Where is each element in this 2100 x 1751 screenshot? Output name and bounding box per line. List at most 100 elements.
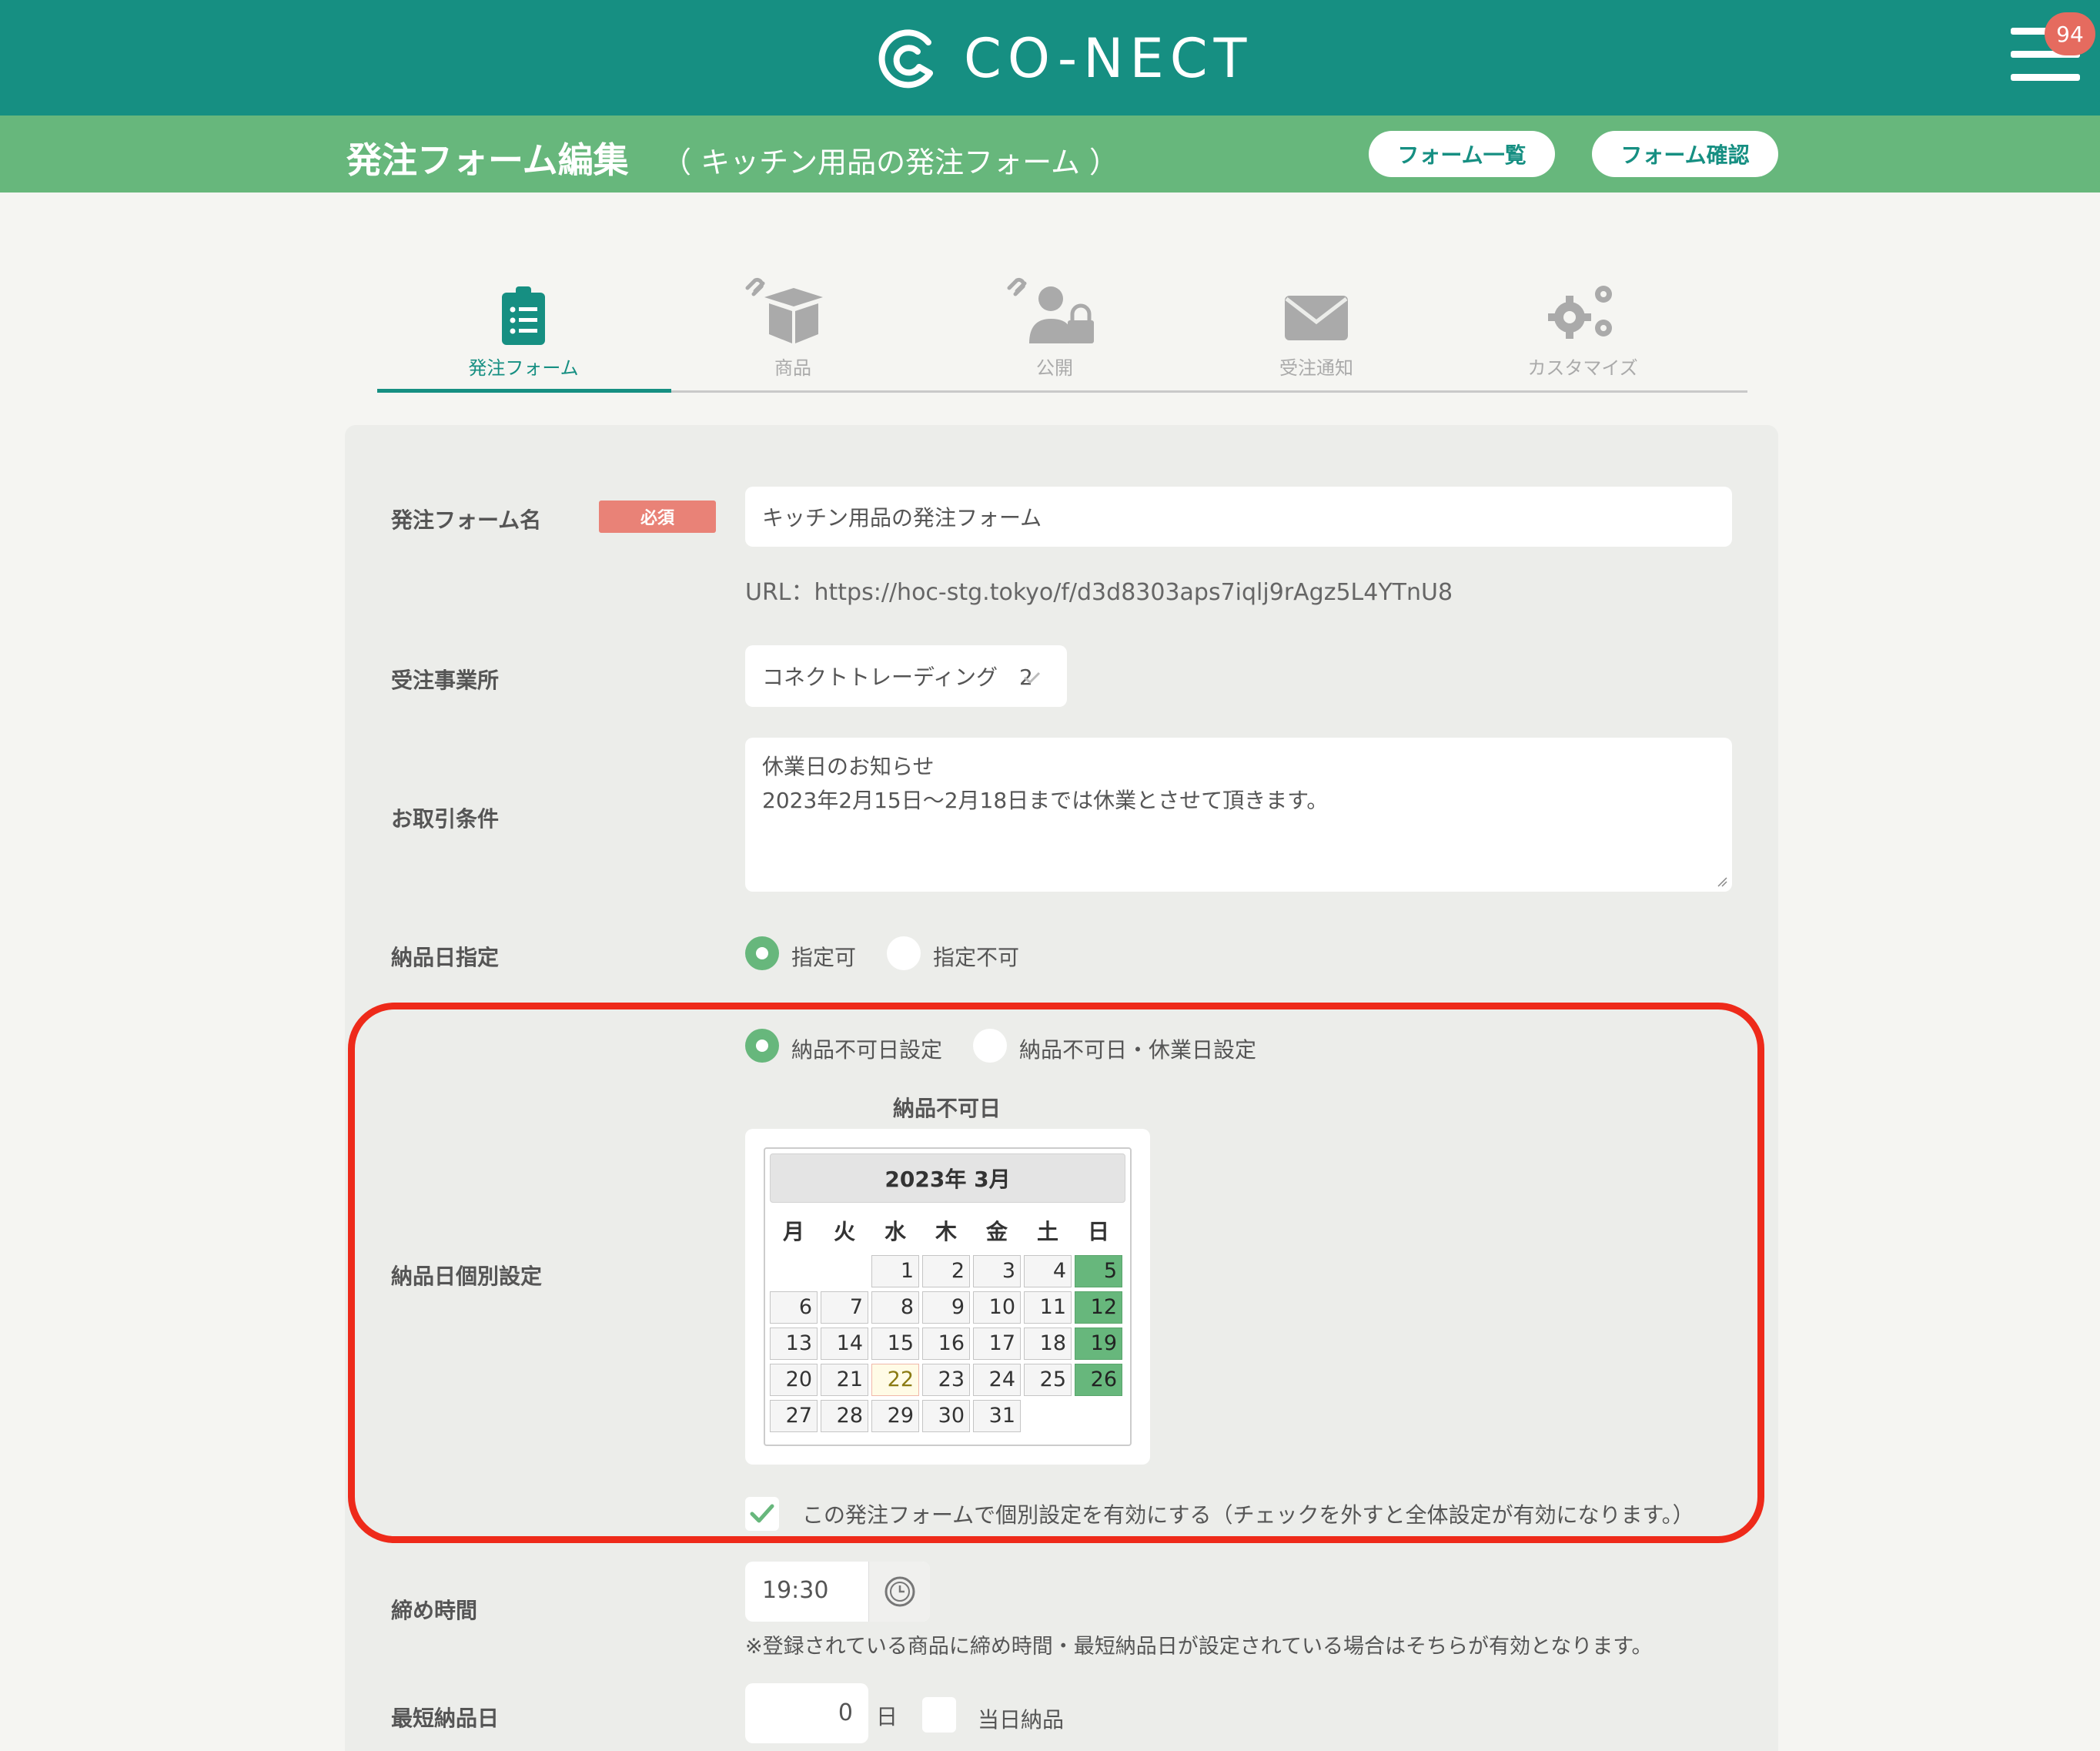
weekday-header: 日 xyxy=(1087,1219,1109,1244)
calendar-day[interactable]: 28 xyxy=(821,1400,868,1432)
calendar-day[interactable]: 12 xyxy=(1075,1291,1122,1324)
weekday-header: 月 xyxy=(782,1219,804,1244)
checkmark-icon xyxy=(750,1504,774,1523)
same-day-label: 当日納品 xyxy=(978,1707,1065,1733)
calendar-day[interactable]: 5 xyxy=(1075,1255,1122,1287)
calendar-day[interactable]: 13 xyxy=(770,1327,818,1360)
deadline-note: ※登録されている商品に締め時間・最短納品日が設定されている場合はそちらが有効とな… xyxy=(745,1635,1653,1659)
calendar-day[interactable]: 3 xyxy=(973,1255,1021,1287)
deadline-time-value: 19:30 xyxy=(762,1577,829,1604)
tab-customize[interactable]: カスタマイズ xyxy=(1436,277,1729,393)
office-select-value: コネクトトレーディング 2 xyxy=(762,665,1033,690)
calendar-day[interactable]: 30 xyxy=(922,1400,970,1432)
individual-setting-label: 納品日個別設定 xyxy=(391,1264,543,1289)
calendar-day[interactable]: 10 xyxy=(973,1291,1021,1324)
logo[interactable]: CO-NECT xyxy=(874,20,1252,97)
calendar-day[interactable]: 24 xyxy=(973,1364,1021,1396)
form-list-button[interactable]: フォーム一覧 xyxy=(1369,131,1555,177)
shortest-delivery-unit: 日 xyxy=(876,1704,898,1729)
calendar-day[interactable]: 7 xyxy=(821,1291,868,1324)
calendar-day[interactable]: 21 xyxy=(821,1364,868,1396)
terms-label: お取引条件 xyxy=(391,806,500,832)
unavailable-days-radio[interactable] xyxy=(745,1029,779,1063)
clock-icon xyxy=(884,1576,915,1607)
tab-products[interactable]: 商品 xyxy=(647,277,939,393)
calendar-container: 2023年 3月 月火水木金土日 1 2 3 4 5 6 7 8 9 10 11 12 13 14 15 16… xyxy=(745,1129,1150,1465)
calendar-day[interactable]: 29 xyxy=(871,1400,919,1432)
terms-line-2: 2023年2月15日〜2月18日までは休業とさせて頂きます。 xyxy=(762,788,1329,813)
calendar-day[interactable]: 6 xyxy=(770,1291,818,1324)
calendar-day[interactable]: 19 xyxy=(1075,1327,1122,1360)
same-day-checkbox[interactable] xyxy=(922,1697,956,1733)
gears-icon xyxy=(1548,286,1612,339)
brand-name: CO-NECT xyxy=(964,27,1253,90)
individual-setting-checkbox-label: この発注フォームで個別設定を有効にする（チェックを外すと全体設定が有効になります… xyxy=(802,1502,1694,1528)
page-header: 発注フォーム編集 （ キッチン用品の発注フォーム ） フォーム一覧 フォーム確認 xyxy=(0,116,2100,193)
chevron-down-icon xyxy=(1024,671,1041,685)
deadline-label: 締め時間 xyxy=(391,1598,478,1623)
page-subtitle: （ キッチン用品の発注フォーム ） xyxy=(662,146,1119,179)
calendar-day[interactable]: 26 xyxy=(1075,1364,1122,1396)
tab-order-form[interactable]: 発注フォーム xyxy=(377,277,670,393)
terms-line-1: 休業日のお知らせ xyxy=(762,754,935,779)
delivery-date-allowed-label: 指定可 xyxy=(791,945,857,970)
logo-mark-icon xyxy=(878,29,933,89)
terms-textarea[interactable]: 休業日のお知らせ 2023年2月15日〜2月18日までは休業とさせて頂きます。 xyxy=(745,738,1732,892)
calendar-day[interactable]: 11 xyxy=(1024,1291,1072,1324)
calendar-day[interactable]: 14 xyxy=(821,1327,868,1360)
form-name-label: 発注フォーム名 xyxy=(391,507,542,533)
calendar-heading: 納品不可日 xyxy=(893,1096,1002,1121)
clock-button[interactable] xyxy=(868,1562,930,1622)
calendar-day[interactable]: 9 xyxy=(922,1291,970,1324)
calendar-day[interactable]: 31 xyxy=(973,1400,1021,1432)
weekday-header: 金 xyxy=(985,1219,1008,1244)
form-name-input[interactable]: キッチン用品の発注フォーム xyxy=(745,487,1732,547)
weekday-header: 木 xyxy=(935,1219,957,1244)
linked-box-icon xyxy=(745,277,823,343)
unavailable-and-holidays-radio[interactable] xyxy=(973,1029,1007,1063)
form-confirm-button[interactable]: フォーム確認 xyxy=(1592,131,1778,177)
calendar-day[interactable]: 25 xyxy=(1024,1364,1072,1396)
tab-notification[interactable]: 受注通知 xyxy=(1170,277,1463,393)
tab-label: カスタマイズ xyxy=(1527,357,1638,379)
calendar-day[interactable]: 20 xyxy=(770,1364,818,1396)
form-url[interactable]: URL：https://hoc-stg.tokyo/f/d3d8303aps7i… xyxy=(745,573,1453,607)
delivery-date-disallowed-radio[interactable] xyxy=(887,936,921,970)
calendar-day[interactable]: 22 xyxy=(871,1364,919,1396)
calendar: 2023年 3月 月火水木金土日 1 2 3 4 5 6 7 8 9 10 11 12 13 14 15 16… xyxy=(764,1147,1132,1446)
tab-publish[interactable]: 公開 xyxy=(908,277,1201,393)
calendar-day[interactable]: 18 xyxy=(1024,1327,1072,1360)
top-bar: CO-NECT 94 xyxy=(0,0,2100,116)
clipboard-list-icon xyxy=(502,286,545,345)
calendar-day[interactable]: 8 xyxy=(871,1291,919,1324)
individual-setting-checkbox[interactable] xyxy=(745,1497,779,1531)
calendar-day[interactable]: 17 xyxy=(973,1327,1021,1360)
office-label: 受注事業所 xyxy=(391,668,500,693)
unavailable-and-holidays-label: 納品不可日・休業日設定 xyxy=(1019,1037,1257,1063)
tab-label: 発注フォーム xyxy=(468,357,579,379)
office-select[interactable]: コネクトトレーディング 2 xyxy=(745,645,1067,707)
envelope-icon xyxy=(1285,296,1348,340)
required-badge: 必須 xyxy=(599,501,716,533)
calendar-day[interactable]: 23 xyxy=(922,1364,970,1396)
calendar-day[interactable]: 27 xyxy=(770,1400,818,1432)
tab-label: 公開 xyxy=(1036,357,1073,379)
calendar-day[interactable]: 1 xyxy=(871,1255,919,1287)
calendar-day[interactable]: 16 xyxy=(922,1327,970,1360)
weekday-header: 水 xyxy=(884,1219,906,1244)
deadline-time-input[interactable]: 19:30 xyxy=(745,1562,930,1622)
unavailable-days-label: 納品不可日設定 xyxy=(791,1037,943,1063)
calendar-day[interactable]: 2 xyxy=(922,1255,970,1287)
weekday-header: 土 xyxy=(1036,1219,1058,1244)
calendar-day[interactable]: 4 xyxy=(1024,1255,1072,1287)
delivery-date-label: 納品日指定 xyxy=(391,945,500,970)
tab-active-indicator xyxy=(377,389,671,393)
delivery-date-allowed-radio[interactable] xyxy=(745,936,779,970)
resize-grip-icon[interactable] xyxy=(1715,875,1727,887)
calendar-day[interactable]: 15 xyxy=(871,1327,919,1360)
tab-label: 商品 xyxy=(774,357,811,379)
shortest-delivery-label: 最短納品日 xyxy=(391,1706,500,1731)
delivery-date-disallowed-label: 指定不可 xyxy=(933,945,1020,970)
shortest-delivery-input[interactable]: 0 xyxy=(745,1683,868,1743)
tab-bar: 発注フォーム 商品 公開 受注通知 カスタマイズ xyxy=(377,277,1747,393)
